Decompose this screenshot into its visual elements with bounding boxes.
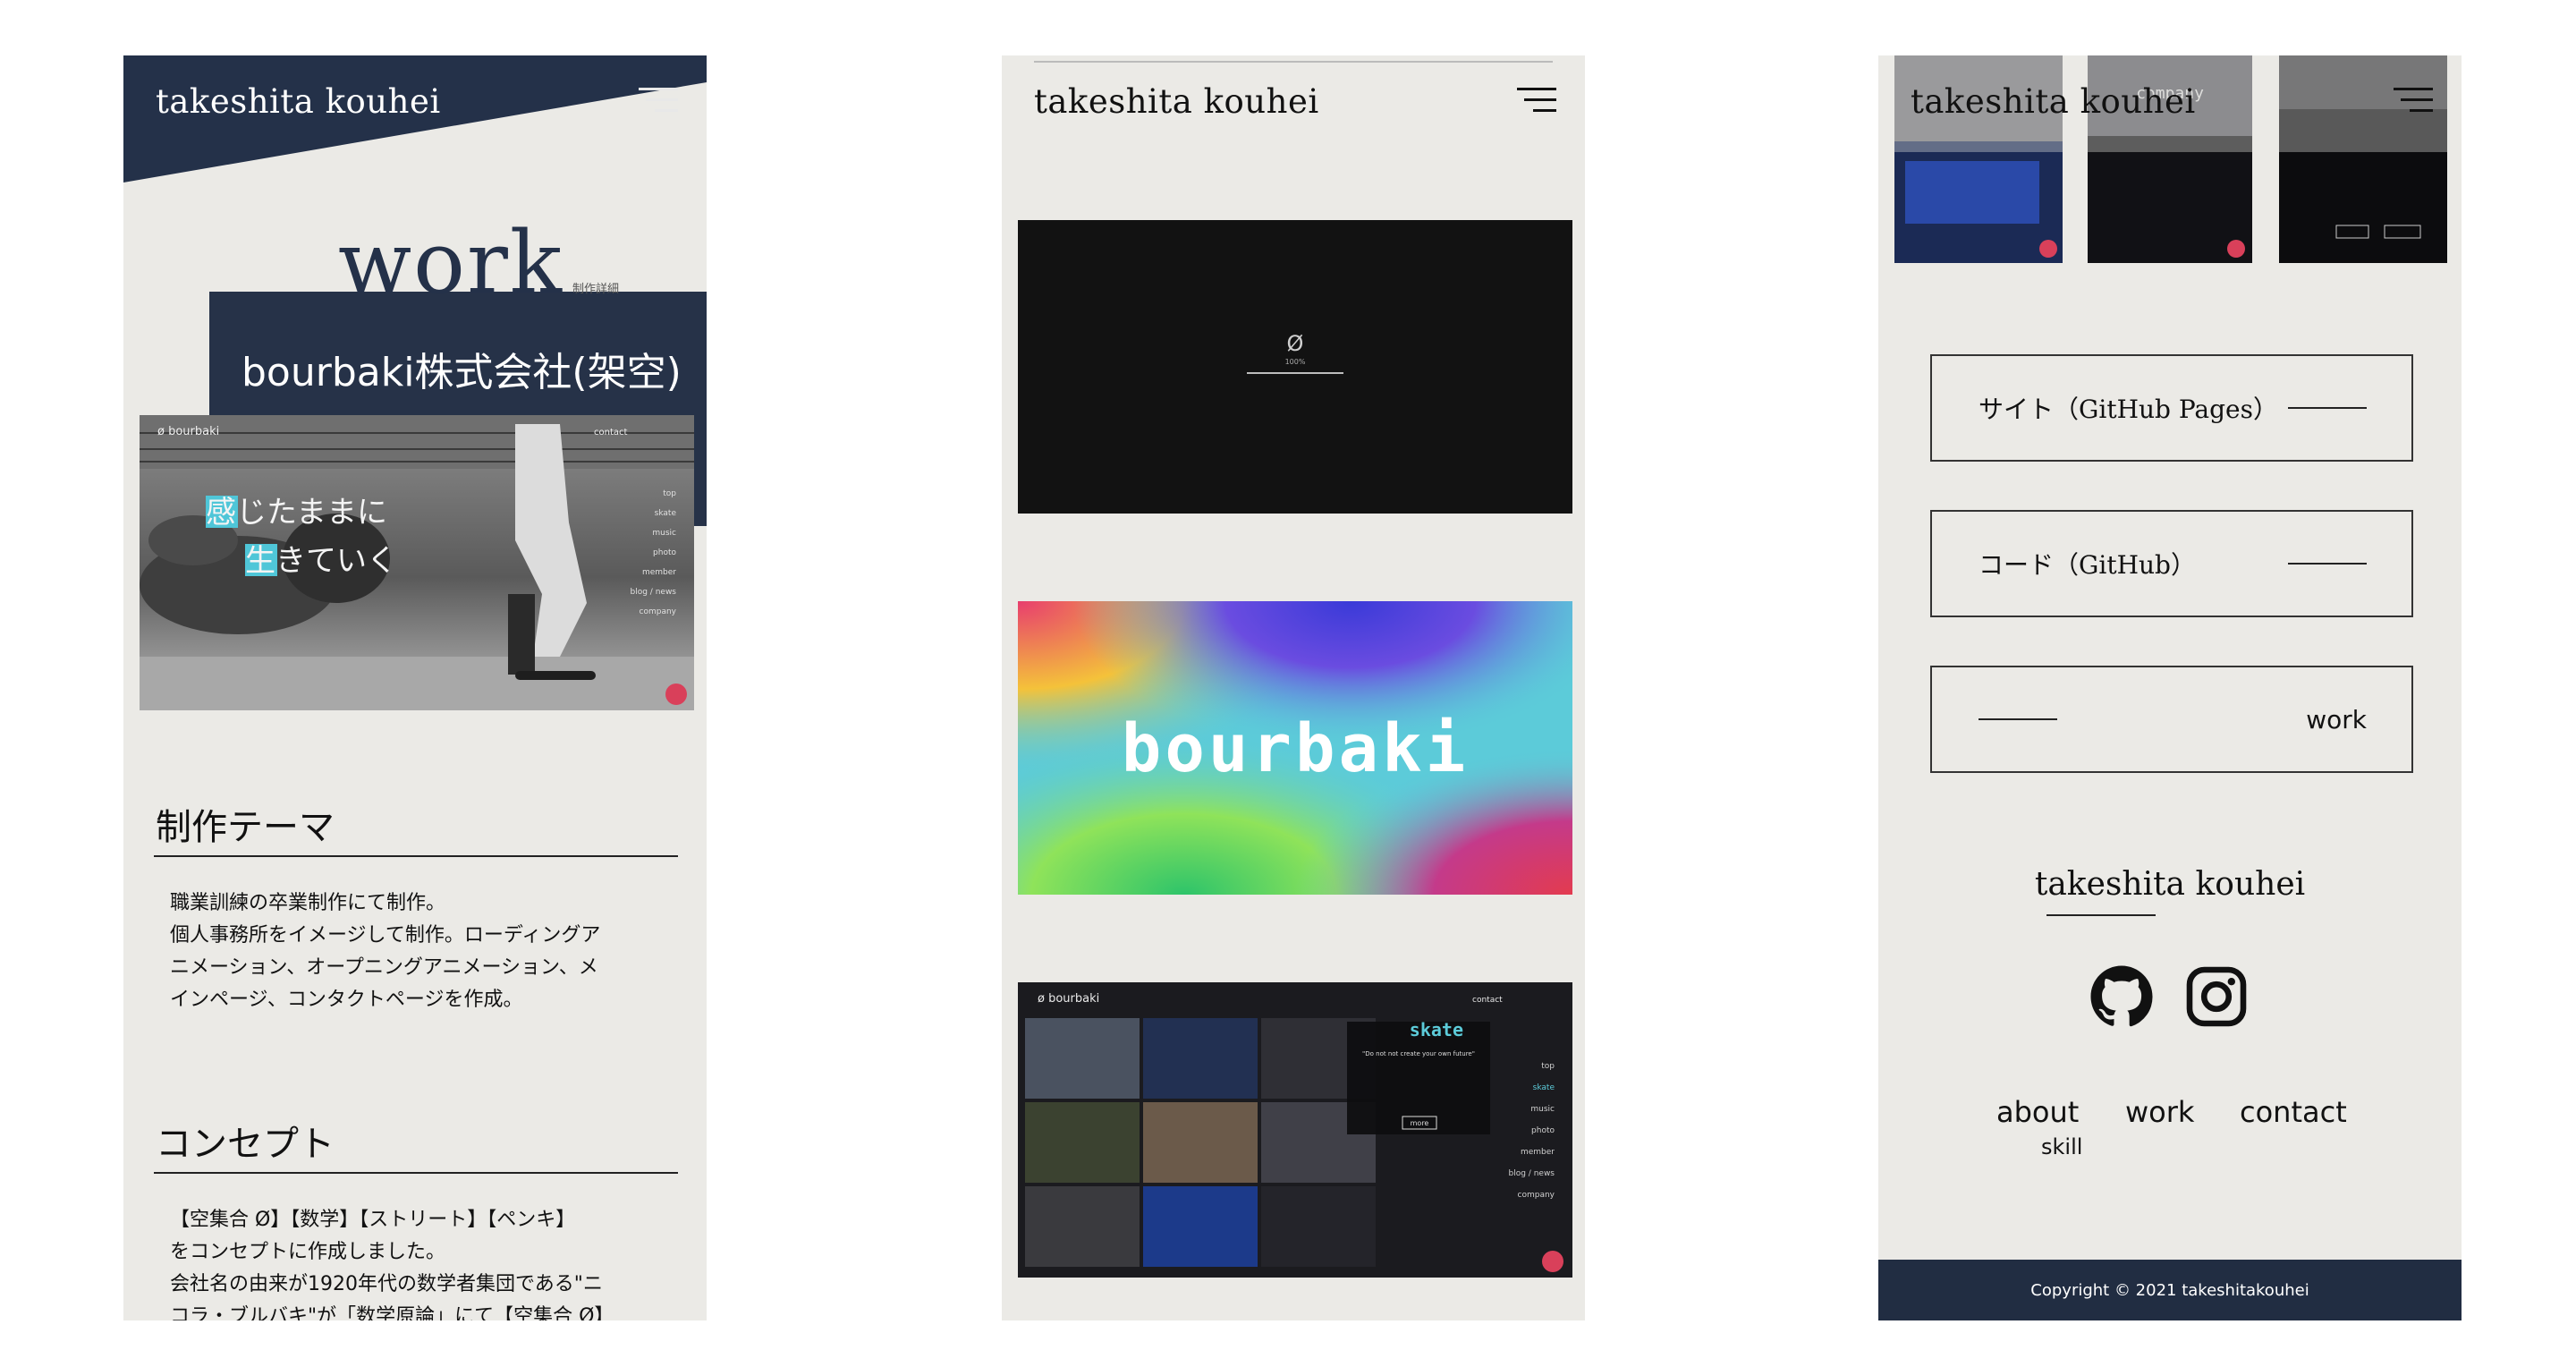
gallery-logo: ø bourbaki <box>1038 992 1099 1006</box>
arrow-line-icon <box>2288 407 2367 409</box>
gallery-contact-link: contact <box>1472 996 1503 1005</box>
theme-divider <box>154 855 678 857</box>
theme-line: ニメーション、オープニングアニメーション、メ <box>170 956 598 979</box>
project-screenshot: ø bourbaki contact 感じたままに 生きていく top skate… <box>140 415 694 710</box>
menu-item-blog-news: blog / news <box>1509 1169 1555 1178</box>
menu-item-top: top <box>1541 1062 1555 1071</box>
page-subtitle: 制作詳細 <box>572 283 620 296</box>
theme-line: 個人事務所をイメージして制作。ローディングア <box>170 924 601 947</box>
opening-animation-preview: bourbaki <box>1018 601 1572 895</box>
phone-screen-links-footer: company takeshita kouhei サイト（GitHub Page… <box>1878 55 2462 1320</box>
footer-nav-skill[interactable]: skill <box>2041 1134 2082 1159</box>
site-link-label: サイト（GitHub Pages） <box>1979 395 2278 424</box>
concept-body: 【空集合 Ø】【数学】【ストリート】【ペンキ】 をコンセプトに作成しました。 会… <box>170 1204 671 1320</box>
arrow-line-icon <box>2288 563 2367 565</box>
hero-logo: ø bourbaki <box>157 425 219 438</box>
footer-nav-contact[interactable]: contact <box>2240 1095 2347 1129</box>
concept-line: をコンセプトに作成しました。 <box>170 1241 446 1263</box>
header-top-line <box>1034 61 1553 63</box>
back-to-work-button[interactable]: work <box>1930 666 2413 773</box>
code-link-label: コード（GitHub） <box>1979 550 2196 580</box>
menu-item-top: top <box>663 489 676 498</box>
menu-item-member: member <box>642 568 676 577</box>
menu-item-skate: skate <box>655 509 677 518</box>
site-logo[interactable]: takeshita kouhei <box>156 82 441 121</box>
hero-contact-link: contact <box>594 428 628 437</box>
site-link-button[interactable]: サイト（GitHub Pages） <box>1930 354 2413 462</box>
theme-heading: 制作テーマ <box>156 807 335 848</box>
project-name: bourbaki株式会社(架空) <box>242 350 682 395</box>
gallery-section-title: skate <box>1410 1019 1463 1040</box>
gallery-quote: "Do not not create your own future" <box>1362 1050 1475 1057</box>
phone-screen-animations: takeshita kouhei Ø 100% bourbaki ø bourb… <box>1002 55 1585 1320</box>
concept-line: 会社名の由来が1920年代の数学者集団である"ニ <box>170 1273 603 1295</box>
menu-icon[interactable] <box>1517 88 1556 115</box>
main-page-screenshot: ø bourbaki contact skate "Do not not cre… <box>1018 982 1572 1278</box>
back-to-work-label: work <box>2306 704 2367 734</box>
gallery-more-button: more <box>1411 1119 1429 1127</box>
menu-item-photo: photo <box>653 548 676 557</box>
menu-item-company: company <box>640 607 677 616</box>
github-icon[interactable] <box>2089 964 2154 1029</box>
menu-item-music: music <box>652 529 676 538</box>
theme-line: 職業訓練の卒業制作にて制作。 <box>170 892 446 914</box>
site-logo[interactable]: takeshita kouhei <box>1911 82 2196 121</box>
site-logo[interactable]: takeshita kouhei <box>1034 82 1319 121</box>
page-title: work <box>338 213 564 313</box>
concept-line: 【空集合 Ø】【数学】【ストリート】【ペンキ】 <box>170 1209 576 1231</box>
theme-body: 職業訓練の卒業制作にて制作。 個人事務所をイメージして制作。ローディングア ニメ… <box>170 887 671 1016</box>
menu-item-photo: photo <box>1531 1126 1555 1135</box>
menu-item-member: member <box>1521 1148 1555 1157</box>
copyright-bar: Copyright © 2021 takeshitakouhei <box>1878 1260 2462 1320</box>
menu-item-skate: skate <box>1533 1083 1555 1092</box>
instagram-icon[interactable] <box>2184 964 2249 1029</box>
concept-line: コラ・ブルバキ"が「数学原論」にて【空集合 Ø】 <box>170 1305 614 1320</box>
phone-screen-work-detail: takeshita kouhei work 制作詳細 bourbaki株式会社(… <box>123 55 707 1320</box>
concept-heading: コンセプト <box>156 1124 335 1165</box>
loading-percent: 100% <box>1284 358 1306 366</box>
footer-nav-work[interactable]: work <box>2125 1095 2194 1129</box>
loading-animation-preview: Ø 100% <box>1018 220 1572 514</box>
menu-item-company: company <box>1518 1191 1555 1200</box>
menu-item-blog-news: blog / news <box>631 588 677 597</box>
arrow-line-icon <box>1979 718 2057 720</box>
footer-logo-underline <box>2046 914 2156 916</box>
loading-bar <box>1247 372 1343 374</box>
menu-icon[interactable] <box>2394 88 2433 115</box>
code-link-button[interactable]: コード（GitHub） <box>1930 510 2413 617</box>
splash-logo: bourbaki <box>1121 710 1470 787</box>
footer-nav-about[interactable]: about <box>1996 1095 2079 1129</box>
theme-line: インページ、コンタクトページを作成。 <box>170 989 523 1011</box>
menu-icon[interactable] <box>639 88 678 115</box>
empty-set-symbol: Ø <box>1286 331 1304 356</box>
hero-tagline-2: 生きていく <box>245 543 397 579</box>
footer-logo[interactable]: takeshita kouhei <box>1878 866 2462 903</box>
hero-tagline-1: 感じたままに <box>206 495 387 531</box>
copyright-text: Copyright © 2021 takeshitakouhei <box>2030 1280 2309 1300</box>
concept-divider <box>154 1172 678 1174</box>
menu-item-music: music <box>1530 1105 1555 1114</box>
